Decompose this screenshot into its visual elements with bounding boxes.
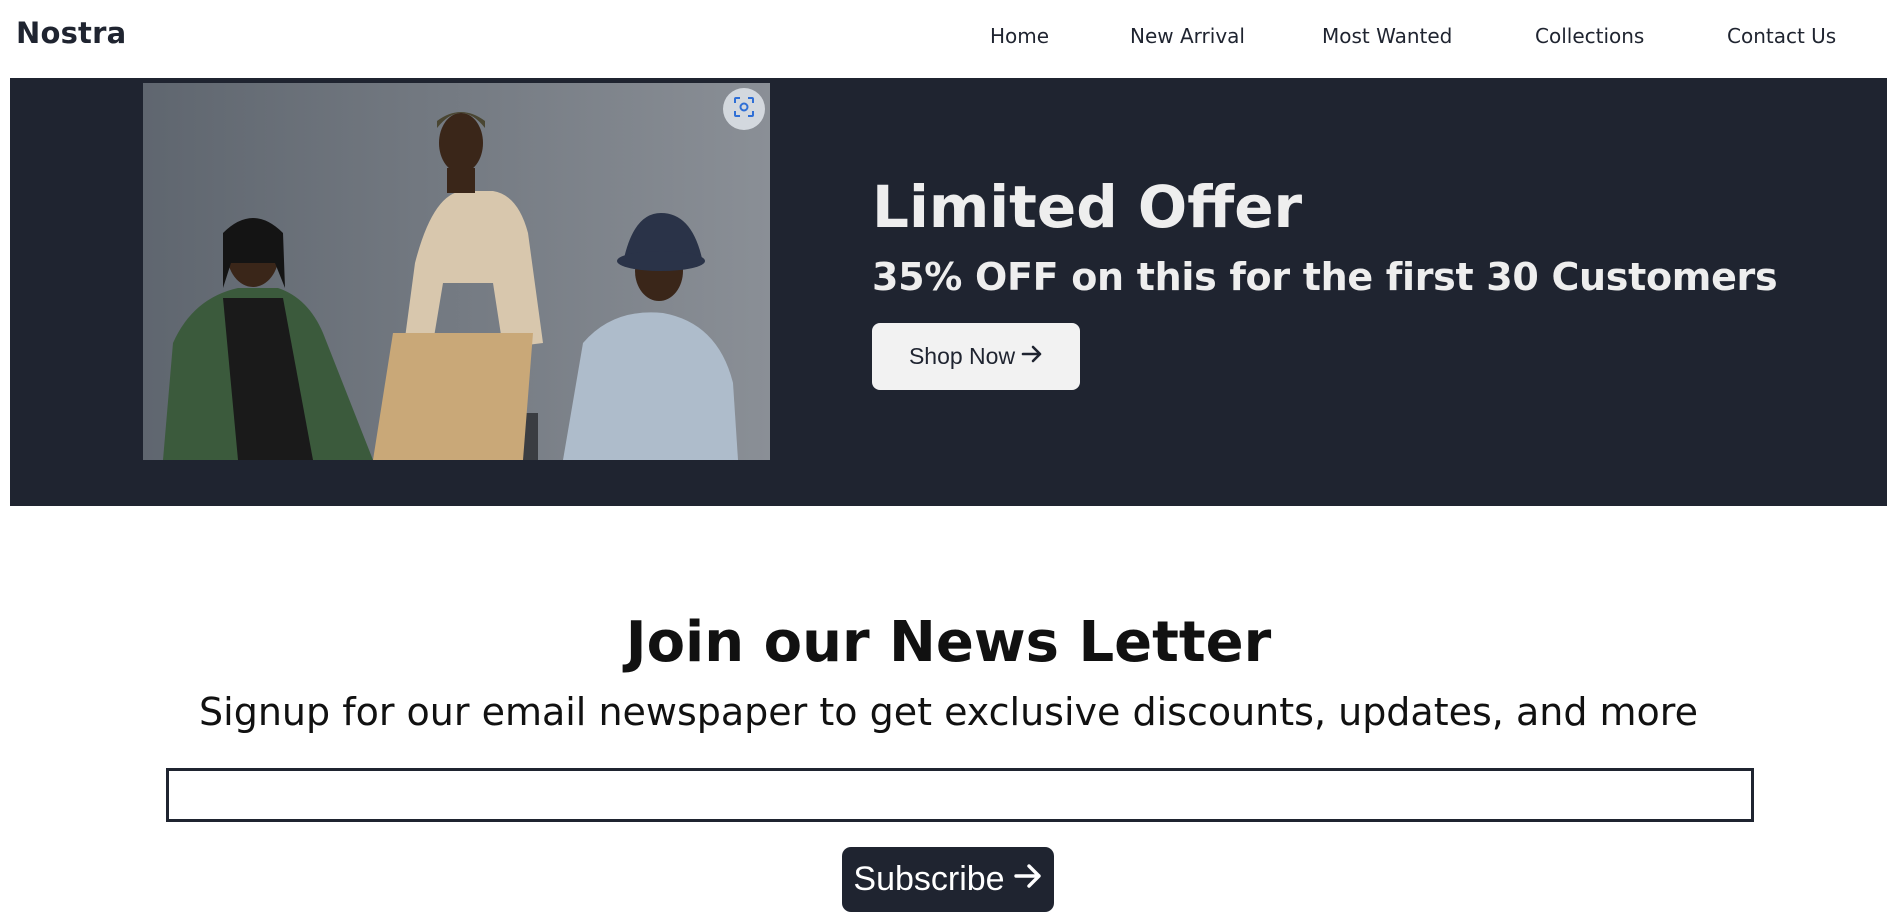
newsletter-subtitle: Signup for our email newspaper to get ex… [199,690,1698,734]
hero-image [143,83,770,460]
shop-now-label: Shop Now [908,343,1016,369]
hero-banner: Limited Offer 35% OFF on this for the fi… [10,78,1887,506]
hero-title: Limited Offer [872,173,1303,241]
nav-link-new-arrival[interactable]: New Arrival [1130,24,1245,48]
site-header: Nostra Home New Arrival Most Wanted Coll… [0,0,1897,78]
arrow-right-icon [1021,343,1043,370]
shop-now-button[interactable]: Shop Now [872,323,1080,390]
visual-search-icon [733,96,755,122]
nav-link-contact-us[interactable]: Contact Us [1727,24,1836,48]
nav-link-home[interactable]: Home [990,24,1049,48]
nav-link-most-wanted[interactable]: Most Wanted [1322,24,1452,48]
nav-link-collections[interactable]: Collections [1535,24,1644,48]
hero-subtitle: 35% OFF on this for the first 30 Custome… [872,255,1778,299]
visual-search-button[interactable] [723,88,765,130]
arrow-right-icon [1013,860,1043,899]
brand-logo[interactable]: Nostra [16,16,126,50]
subscribe-label: Subscribe [853,860,1005,898]
email-input[interactable] [166,768,1754,822]
subscribe-button[interactable]: Subscribe [842,847,1054,912]
newsletter-title: Join our News Letter [625,610,1272,675]
